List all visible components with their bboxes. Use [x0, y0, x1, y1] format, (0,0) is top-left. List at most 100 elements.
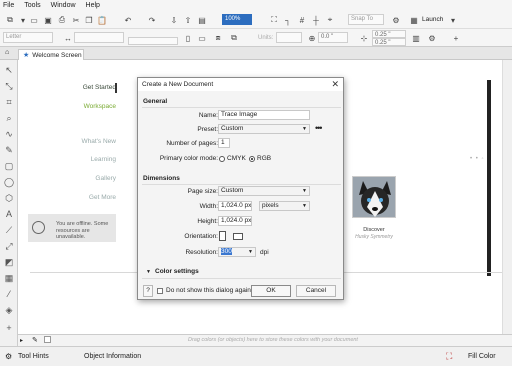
undo-icon[interactable]: ↶	[122, 14, 134, 26]
rgb-radio[interactable]	[249, 156, 255, 162]
connector-tool-icon[interactable]: ⤢	[3, 240, 15, 252]
rectangle-tool-icon[interactable]: ▢	[3, 160, 15, 172]
chevron-down-icon[interactable]: ▼	[146, 269, 151, 275]
dont-show-checkbox[interactable]	[157, 288, 163, 294]
width-field[interactable]: 1,024.0 px	[218, 201, 252, 211]
duplicate-x-field[interactable]: 0.25 "	[372, 30, 406, 38]
copy-icon[interactable]: ❐	[83, 14, 95, 26]
tool-hints-label[interactable]: Tool Hints	[18, 353, 49, 360]
object-info-label[interactable]: Object Information	[84, 353, 141, 360]
nav-get-started[interactable]: Get Started	[83, 84, 116, 91]
duplicate-y-field[interactable]: 0.25 "	[372, 38, 406, 46]
rulers-icon[interactable]: ┐	[282, 14, 294, 26]
guidelines-icon[interactable]: ┼	[310, 14, 322, 26]
zoom-tool-icon[interactable]: ⌕	[3, 112, 15, 124]
cancel-button[interactable]: Cancel	[296, 285, 336, 297]
units-dropdown[interactable]	[276, 32, 302, 43]
menu-tools[interactable]: Tools	[24, 2, 40, 9]
page-size-dropdown[interactable]: Custom ▼	[218, 186, 310, 196]
eyedropper-palette-icon[interactable]: ✎	[32, 336, 38, 344]
transparency-icon[interactable]: ▦	[3, 272, 15, 284]
portrait-icon[interactable]: ▯	[182, 32, 194, 44]
discover-thumbnail[interactable]	[352, 176, 396, 218]
nav-gallery[interactable]: Gallery	[95, 175, 116, 182]
pages-value: 1	[221, 139, 225, 146]
discover-title: Discover	[363, 227, 385, 233]
nav-workspace[interactable]: Workspace	[84, 103, 116, 110]
resolution-dropdown[interactable]: 300 ▼	[218, 247, 256, 257]
parallel-dimension-icon[interactable]: ⟋	[3, 224, 15, 236]
preset-dropdown[interactable]: Custom ▼	[218, 124, 310, 134]
gear-icon[interactable]: ⚙	[390, 14, 402, 26]
cut-icon[interactable]: ✂	[70, 14, 82, 26]
fill-color-label[interactable]: Fill Color	[468, 353, 496, 360]
redo-icon[interactable]: ↷	[146, 14, 158, 26]
ellipse-tool-icon[interactable]: ◯	[3, 176, 15, 188]
settings-icon[interactable]: ⚙	[426, 32, 438, 44]
export-icon[interactable]: ⇧	[182, 14, 194, 26]
shape-tool-icon[interactable]: ⤡	[3, 80, 15, 92]
crop-tool-icon[interactable]: ⌗	[3, 96, 15, 108]
carousel-dots[interactable]: • • ◦	[470, 156, 485, 162]
nav-whats-new[interactable]: What's New	[82, 138, 116, 145]
text-tool-icon[interactable]: A	[3, 208, 15, 220]
landscape-icon[interactable]: ▭	[196, 32, 208, 44]
eyedropper-icon[interactable]: ⁄	[3, 288, 15, 300]
ok-button[interactable]: OK	[251, 285, 291, 297]
page-width-field[interactable]	[74, 32, 124, 43]
interactive-fill-icon[interactable]: ◈	[3, 304, 15, 316]
menu-file[interactable]: File	[3, 2, 14, 9]
artistic-media-icon[interactable]: ✎	[3, 144, 15, 156]
name-field[interactable]: Trace Image	[218, 110, 310, 120]
open-folder-icon[interactable]: ▭	[28, 14, 40, 26]
print-icon[interactable]: ⎙	[56, 14, 68, 26]
menu-help[interactable]: Help	[86, 2, 100, 9]
add-tool-icon[interactable]: +	[3, 322, 15, 334]
home-icon[interactable]: ⌂	[5, 49, 9, 56]
menu-window[interactable]: Window	[51, 2, 76, 9]
color-settings-toggle[interactable]: Color settings	[155, 268, 199, 275]
paste-icon[interactable]: 📋	[96, 14, 108, 26]
polygon-tool-icon[interactable]: ⬡	[3, 192, 15, 204]
dont-show-label: Do not show this dialog again	[166, 287, 251, 294]
current-page-icon[interactable]: ⧉	[228, 32, 240, 44]
gear-icon[interactable]: ⚙	[5, 352, 12, 361]
snap-to-dropdown[interactable]: Snap To	[348, 14, 384, 25]
no-color-swatch[interactable]	[44, 336, 51, 343]
pick-tool-icon[interactable]: ↖	[3, 64, 15, 76]
pages-stepper[interactable]: 1	[218, 138, 230, 148]
add-icon[interactable]: +	[450, 32, 462, 44]
close-icon[interactable]: ✕	[331, 79, 339, 90]
publish-pdf-icon[interactable]: ▤	[196, 14, 208, 26]
landscape-orientation-icon[interactable]	[233, 233, 243, 240]
nav-get-more[interactable]: Get More	[89, 194, 116, 201]
page-size-dropdown[interactable]: Letter	[3, 32, 53, 43]
cmyk-radio[interactable]	[219, 156, 225, 162]
launch-label[interactable]: Launch	[422, 16, 443, 23]
all-pages-icon[interactable]: ⧈	[212, 32, 224, 44]
snap-icon[interactable]: ⌖	[324, 14, 336, 26]
palette-menu-icon[interactable]: ▸	[20, 337, 23, 344]
zoom-level-field[interactable]: 100%	[222, 14, 252, 25]
nudge-angle-field[interactable]: 0.0 "	[318, 32, 348, 43]
height-field[interactable]: 1,024.0 px	[218, 216, 252, 226]
save-icon[interactable]: ▣	[42, 14, 54, 26]
import-icon[interactable]: ⇩	[168, 14, 180, 26]
new-document-icon[interactable]: ⧉	[4, 14, 16, 26]
tab-welcome-screen[interactable]: ★ Welcome Screen	[18, 49, 84, 60]
portrait-orientation-icon[interactable]	[219, 231, 226, 241]
more-options-icon[interactable]: •••	[315, 123, 323, 133]
chevron-down-icon[interactable]: ▾	[447, 14, 459, 26]
freehand-tool-icon[interactable]: ∿	[3, 128, 15, 140]
name-label: Name:	[198, 112, 218, 119]
vertical-scrollbar[interactable]	[502, 60, 512, 334]
launch-icon[interactable]: ▦	[408, 14, 420, 26]
units-dropdown[interactable]: pixels ▼	[259, 201, 310, 211]
page-height-field[interactable]	[128, 37, 178, 45]
layout-icon[interactable]: ▥	[410, 32, 422, 44]
grid-icon[interactable]: #	[296, 14, 308, 26]
help-button[interactable]: ?	[143, 285, 153, 297]
nav-learning[interactable]: Learning	[91, 156, 116, 163]
full-screen-icon[interactable]: ⛶	[268, 14, 280, 26]
drop-shadow-icon[interactable]: ◩	[3, 256, 15, 268]
